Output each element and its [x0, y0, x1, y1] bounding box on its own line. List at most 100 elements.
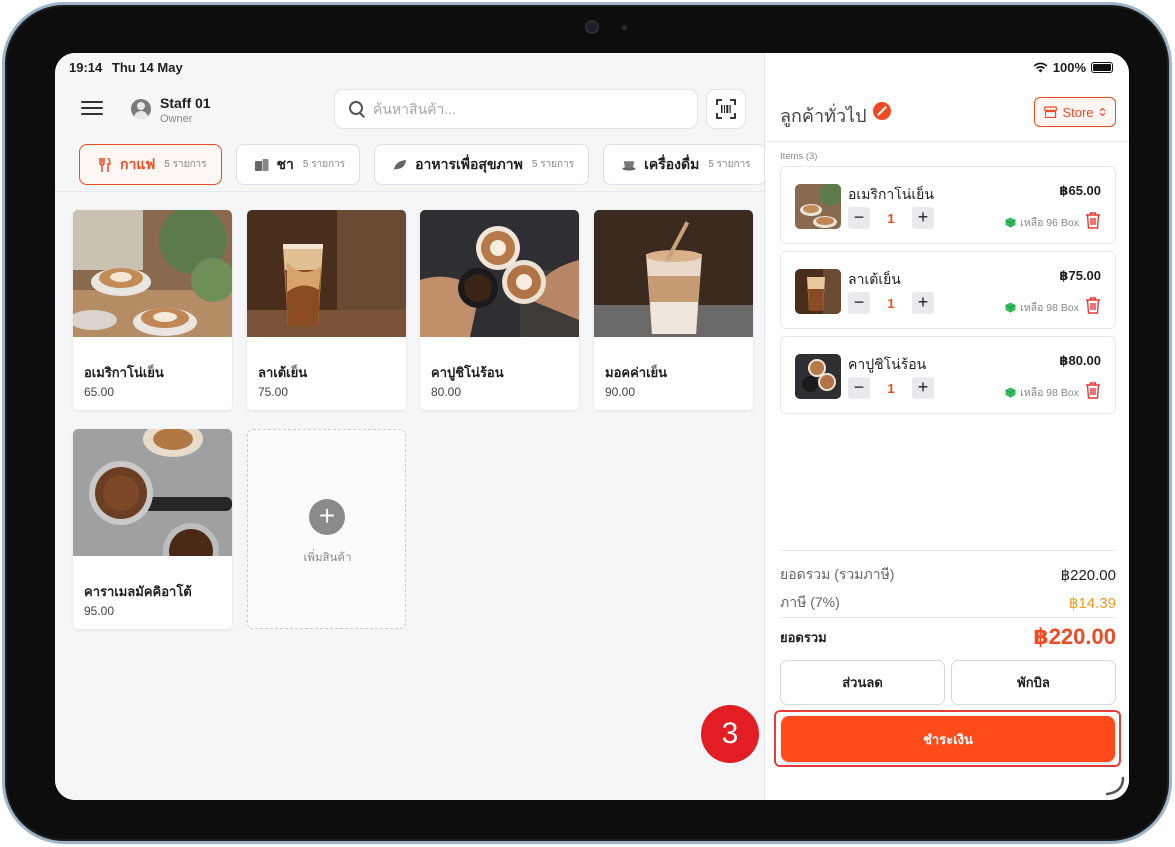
battery-icon	[1091, 61, 1113, 73]
total-label: ยอดรวม	[780, 629, 827, 645]
top-bar: Staff 01 Owner	[55, 81, 764, 139]
status-bar: 19:14 Thu 14 May 100%	[55, 53, 1129, 81]
cart-item-qty: 1	[887, 296, 895, 311]
stock-text: เหลือ 98 Box	[1020, 387, 1079, 399]
store-label: Store	[1062, 104, 1094, 120]
total-row: ยอดรวม ฿220.00	[780, 624, 1116, 650]
cart-item: อเมริกาโน่เย็น ฿65.00 − 1 + เหลือ 96 Box	[780, 166, 1116, 244]
category-tab-coffee[interactable]: กาแฟ 5 รายการ	[79, 144, 222, 185]
product-name: อเมริกาโน่เย็น	[84, 365, 164, 380]
store-selector-button[interactable]: Store	[1034, 97, 1116, 127]
product-card[interactable]: อเมริกาโน่เย็น 65.00	[73, 210, 232, 410]
leaf-icon	[393, 158, 407, 172]
summary-divider	[780, 550, 1116, 551]
subtotal-value: ฿220.00	[1060, 567, 1116, 584]
customer-name: ลูกค้าทั่วไป	[780, 106, 867, 126]
product-image	[594, 210, 753, 337]
discount-button[interactable]: ส่วนลด	[780, 660, 945, 705]
cart-item-qty: 1	[887, 211, 895, 226]
search-input[interactable]	[373, 101, 673, 117]
product-price: 65.00	[84, 385, 115, 399]
tea-box-icon	[254, 158, 269, 172]
tablet-frame: 19:14 Thu 14 May 100% Staff 01 Owner ค้น…	[2, 2, 1172, 844]
search-box[interactable]	[334, 89, 698, 129]
category-count: 5 รายการ	[164, 159, 207, 170]
cart-item-stock: เหลือ 98 Box	[1005, 299, 1079, 316]
staff-role: Owner	[160, 113, 193, 125]
hamburger-menu-icon[interactable]	[81, 101, 103, 117]
product-name: คาปูชิโน่ร้อน	[431, 365, 504, 380]
stock-box-icon	[1005, 302, 1016, 313]
tax-row: ภาษี (7%) ฿14.39	[780, 592, 1116, 614]
search-icon	[349, 101, 365, 117]
category-tab-tea[interactable]: ชา 5 รายการ	[235, 144, 361, 185]
barcode-scan-button[interactable]	[706, 89, 746, 129]
increase-qty-button[interactable]: +	[912, 207, 934, 229]
cart-item-price: ฿65.00	[1059, 183, 1101, 198]
decrease-qty-button[interactable]: −	[848, 207, 870, 229]
step-number-badge: 3	[701, 705, 759, 763]
product-name: คาราเมลมัคคิอาโต้	[84, 584, 192, 599]
cart-header-divider	[765, 141, 1129, 142]
increase-qty-button[interactable]: +	[912, 377, 934, 399]
category-name: กาแฟ	[120, 155, 156, 172]
barcode-scan-icon	[716, 99, 736, 119]
trash-icon[interactable]	[1085, 382, 1101, 399]
cart-item-name: อเมริกาโน่เย็น	[848, 186, 934, 202]
product-image	[247, 210, 406, 337]
category-count: 5 รายการ	[302, 159, 346, 170]
category-name: ชา	[276, 155, 294, 172]
cart-item-image	[795, 184, 841, 229]
battery-percent: 100%	[1052, 59, 1086, 75]
category-count: 5 รายการ	[531, 159, 575, 170]
staff-name: Staff 01	[160, 95, 211, 111]
total-value: ฿220.00	[1033, 624, 1116, 649]
increase-qty-button[interactable]: +	[912, 292, 934, 314]
cart-item-name: ลาเต้เย็น	[848, 271, 901, 287]
product-card[interactable]: คาราเมลมัคคิอาโต้ 95.00	[73, 429, 232, 629]
chevron-updown-icon	[1099, 107, 1105, 117]
cart-item-qty: 1	[887, 381, 895, 396]
product-price: 90.00	[605, 385, 636, 399]
category-tab-drinks[interactable]: เครื่องดื่ม 5 รายการ	[603, 144, 766, 185]
cart-pane: ลูกค้าทั่วไป Store Items (3) อเมริกาโน่เ…	[764, 53, 1129, 800]
utensils-icon	[98, 157, 112, 172]
stock-text: เหลือ 98 Box	[1020, 302, 1079, 314]
category-tabs: กาแฟ 5 รายการ ชา 5 รายการ อาหารเพื่อสุขภ…	[79, 144, 766, 186]
total-divider	[780, 617, 1116, 618]
product-price: 80.00	[431, 385, 462, 399]
product-price: 95.00	[84, 604, 115, 618]
items-count-label: Items (3)	[780, 151, 818, 162]
tax-label: ภาษี (7%)	[780, 594, 840, 610]
store-icon	[1044, 106, 1058, 118]
add-product-card[interactable]: + เพิ่มสินค้า	[247, 429, 406, 629]
decrease-qty-button[interactable]: −	[848, 292, 870, 314]
edit-customer-icon[interactable]	[873, 102, 891, 120]
category-count: 5 รายการ	[708, 159, 751, 170]
cart-item-price: ฿75.00	[1059, 268, 1101, 283]
product-name: ลาเต้เย็น	[258, 365, 308, 380]
category-name: เครื่องดื่ม	[644, 155, 700, 172]
screen: 19:14 Thu 14 May 100% Staff 01 Owner ค้น…	[55, 53, 1129, 800]
product-image	[73, 429, 232, 556]
trash-icon[interactable]	[1085, 297, 1101, 314]
category-tab-healthy-food[interactable]: อาหารเพื่อสุขภาพ 5 รายการ	[374, 144, 590, 185]
product-pane: Staff 01 Owner ค้นหาสินค้า... กาแฟ 5 ราย…	[55, 53, 766, 800]
product-card[interactable]: มอคค่าเย็น 90.00	[594, 210, 753, 410]
cart-item-image	[795, 354, 841, 399]
stock-box-icon	[1005, 217, 1016, 228]
product-price: 75.00	[258, 385, 289, 399]
decrease-qty-button[interactable]: −	[848, 377, 870, 399]
product-card[interactable]: คาปูชิโน่ร้อน 80.00	[420, 210, 579, 410]
product-name: มอคค่าเย็น	[605, 365, 668, 380]
product-card[interactable]: ลาเต้เย็น 75.00	[247, 210, 406, 410]
cart-item-image	[795, 269, 841, 314]
product-image	[420, 210, 579, 337]
trash-icon[interactable]	[1085, 212, 1101, 229]
wifi-icon	[1033, 62, 1048, 72]
hold-bill-button[interactable]: พักบิล	[951, 660, 1116, 705]
user-avatar-icon	[131, 99, 151, 119]
status-date: Thu 14 May	[111, 59, 183, 75]
pay-button[interactable]: ชำระเงิน	[781, 716, 1115, 762]
cart-item: ลาเต้เย็น ฿75.00 − 1 + เหลือ 98 Box	[780, 251, 1116, 329]
